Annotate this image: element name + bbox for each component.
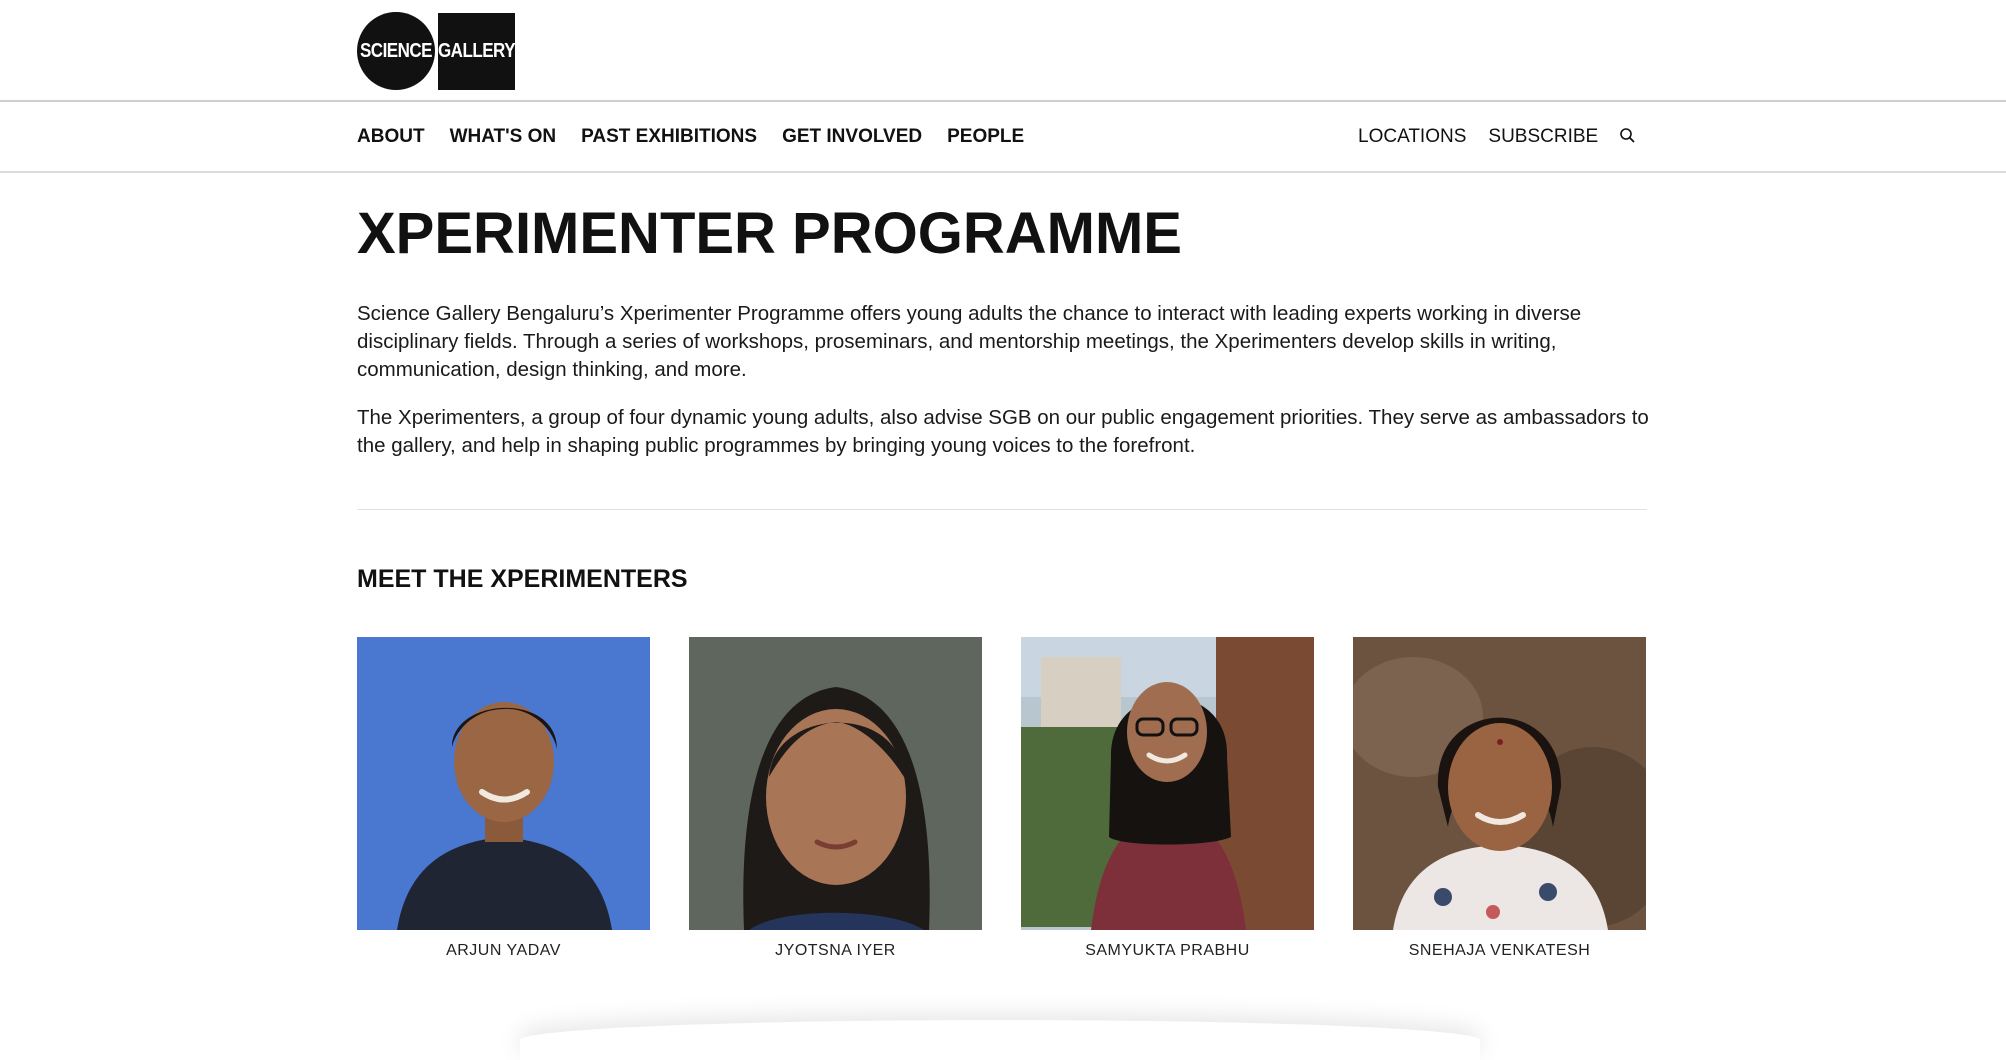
person-name: SNEHAJA VENKATESH xyxy=(1408,942,1591,959)
nav-get-involved[interactable]: GET INVOLVED xyxy=(782,126,922,148)
logo-square: GALLERY xyxy=(437,12,516,90)
portrait-photo xyxy=(689,637,982,930)
portrait-photo xyxy=(1353,637,1646,930)
nav-whats-on[interactable]: WHAT'S ON xyxy=(450,126,557,148)
intro-text: Science Gallery Bengaluru’s Xperimenter … xyxy=(357,300,1657,480)
logo-left-text: SCIENCE xyxy=(359,39,433,62)
portrait-arjun xyxy=(357,637,650,930)
portrait-jyotsna xyxy=(689,637,982,930)
footer-edge xyxy=(520,1020,1480,1060)
nav-subscribe[interactable]: SUBSCRIBE xyxy=(1488,126,1598,148)
person-card[interactable]: ARJUN YADAV xyxy=(357,637,650,960)
logo-circle: SCIENCE xyxy=(357,12,435,90)
science-gallery-logo[interactable]: SCIENCE GALLERY xyxy=(357,12,516,90)
portrait-samyukta xyxy=(1021,637,1314,930)
xperimenters-grid: ARJUN YADAV JYOTSNA IYER SAMYUKTA PRABHU… xyxy=(357,637,1649,960)
main-navigation: ABOUT WHAT'S ON PAST EXHIBITIONS GET INV… xyxy=(0,102,2006,173)
intro-paragraph: The Xperimenters, a group of four dynami… xyxy=(357,406,1649,457)
search-icon[interactable] xyxy=(1618,126,1638,146)
search-icon-graphic xyxy=(1620,128,1635,143)
primary-nav: ABOUT WHAT'S ON PAST EXHIBITIONS GET INV… xyxy=(357,102,1024,171)
person-card[interactable]: SNEHAJA VENKATESH xyxy=(1353,637,1646,960)
secondary-nav: LOCATIONS SUBSCRIBE xyxy=(1358,102,1598,171)
nav-about[interactable]: ABOUT xyxy=(357,126,425,148)
logo-right-text: GALLERY xyxy=(437,39,516,62)
portrait-photo xyxy=(1021,637,1314,930)
section-title: MEET THE XPERIMENTERS xyxy=(357,565,688,593)
nav-people[interactable]: PEOPLE xyxy=(947,126,1024,148)
site-header: SCIENCE GALLERY xyxy=(0,0,2006,102)
person-name: JYOTSNA IYER xyxy=(775,942,896,959)
section-divider xyxy=(357,509,1647,510)
person-card[interactable]: SAMYUKTA PRABHU xyxy=(1021,637,1314,960)
page-title: XPERIMENTER PROGRAMME xyxy=(357,201,1182,266)
person-name: SAMYUKTA PRABHU xyxy=(1085,942,1250,959)
nav-locations[interactable]: LOCATIONS xyxy=(1358,126,1466,148)
person-name: ARJUN YADAV xyxy=(446,942,561,959)
person-card[interactable]: JYOTSNA IYER xyxy=(689,637,982,960)
nav-past-exhibitions[interactable]: PAST EXHIBITIONS xyxy=(581,126,757,148)
portrait-photo xyxy=(357,637,650,930)
portrait-snehaja xyxy=(1353,637,1646,930)
intro-paragraph: Science Gallery Bengaluru’s Xperimenter … xyxy=(357,302,1582,381)
